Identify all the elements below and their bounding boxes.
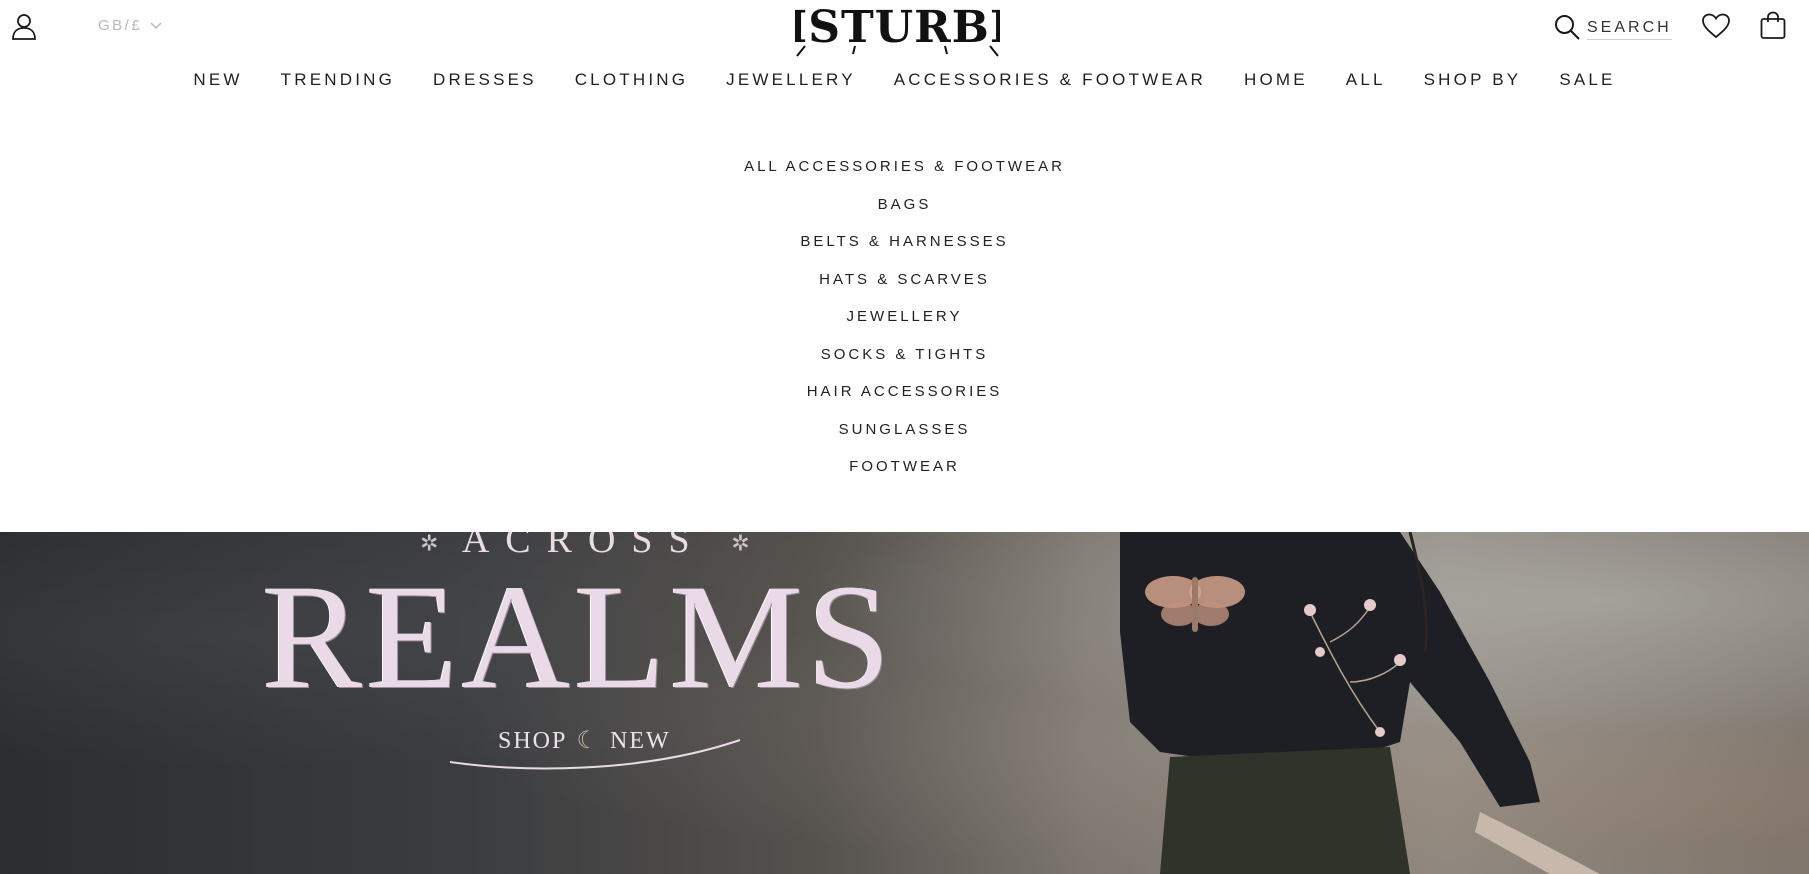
dropdown-item-jewellery[interactable]: JEWELLERY bbox=[0, 308, 1809, 346]
crescent-moon-icon: ☾ bbox=[576, 728, 600, 754]
top-bar: GB/£ DISTURBIA SEARCH bbox=[0, 0, 1809, 60]
nav-item-home[interactable]: HOME bbox=[1244, 68, 1308, 110]
hero-cta-left: SHOP bbox=[498, 728, 567, 754]
sparkle-icon: ✲ bbox=[731, 532, 750, 556]
search-label: SEARCH bbox=[1587, 19, 1672, 40]
hero-cta-right: NEW bbox=[609, 728, 671, 754]
sparkle-icon: ✲ bbox=[420, 532, 439, 556]
hero-banner[interactable]: ✲ ACROSS ✲ REALMS SHOP ☾ NEW bbox=[0, 532, 1809, 874]
nav-item-all[interactable]: ALL bbox=[1346, 68, 1386, 110]
currency-selector[interactable]: GB/£ bbox=[98, 17, 162, 34]
search-button[interactable]: SEARCH bbox=[1553, 13, 1672, 46]
nav-item-new[interactable]: NEW bbox=[193, 68, 242, 110]
dropdown-item-label: JEWELLERY bbox=[846, 308, 963, 325]
dropdown-item-sunglasses[interactable]: SUNGLASSES bbox=[0, 421, 1809, 459]
dropdown-item-label: HAIR ACCESSORIES bbox=[806, 383, 1003, 400]
dropdown-item-label: FOOTWEAR bbox=[849, 458, 960, 475]
dropdown-item-socks-tights[interactable]: SOCKS & TIGHTS bbox=[0, 346, 1809, 384]
search-icon bbox=[1553, 13, 1581, 46]
dropdown-item-all-accessories-footwear[interactable]: ALL ACCESSORIES & FOOTWEAR bbox=[0, 158, 1809, 196]
nav-item-dresses[interactable]: DRESSES bbox=[433, 68, 537, 110]
hero-model-image bbox=[1120, 532, 1600, 874]
hero-title: REALMS bbox=[262, 554, 895, 720]
logo-text: DISTURBIA bbox=[795, 2, 1000, 53]
nav-item-shop-by[interactable]: SHOP BY bbox=[1424, 68, 1522, 110]
nav-item-accessories-footwear[interactable]: ACCESSORIES & FOOTWEAR bbox=[893, 68, 1206, 110]
heart-icon[interactable] bbox=[1701, 12, 1731, 40]
logo[interactable]: DISTURBIA bbox=[747, 2, 1046, 58]
dropdown-item-label: ALL ACCESSORIES & FOOTWEAR bbox=[744, 158, 1065, 175]
nav-item-clothing[interactable]: CLOTHING bbox=[575, 68, 688, 110]
accessories-dropdown-menu: ALL ACCESSORIES & FOOTWEAR BAGS BELTS & … bbox=[0, 106, 1809, 532]
chevron-down-icon bbox=[150, 21, 162, 30]
dropdown-item-label: SUNGLASSES bbox=[838, 420, 971, 438]
account-icon[interactable] bbox=[10, 12, 38, 40]
dropdown-item-label: BAGS bbox=[877, 195, 932, 213]
dropdown-item-label: BELTS & HARNESSES bbox=[800, 233, 1009, 250]
dropdown-item-hats-scarves[interactable]: HATS & SCARVES bbox=[0, 271, 1809, 309]
nav-item-sale[interactable]: SALE bbox=[1559, 68, 1615, 110]
main-nav: NEW TRENDING DRESSES CLOTHING JEWELLERY … bbox=[0, 68, 1809, 110]
dropdown-item-footwear[interactable]: FOOTWEAR bbox=[0, 458, 1809, 496]
shopping-bag-icon[interactable] bbox=[1759, 11, 1787, 41]
dropdown-list: ALL ACCESSORIES & FOOTWEAR BAGS BELTS & … bbox=[0, 158, 1809, 496]
nav-item-jewellery[interactable]: JEWELLERY bbox=[726, 68, 856, 110]
currency-label: GB/£ bbox=[98, 17, 143, 34]
dropdown-item-belts-harnesses[interactable]: BELTS & HARNESSES bbox=[0, 233, 1809, 271]
dropdown-item-label: SOCKS & TIGHTS bbox=[820, 345, 989, 363]
nav-item-trending[interactable]: TRENDING bbox=[281, 68, 395, 110]
dropdown-item-hair-accessories[interactable]: HAIR ACCESSORIES bbox=[0, 383, 1809, 421]
page: GB/£ DISTURBIA SEARCH bbox=[0, 0, 1809, 874]
hero-cta-link[interactable]: SHOP ☾ NEW bbox=[498, 726, 671, 755]
dropdown-item-label: HATS & SCARVES bbox=[819, 270, 990, 288]
dropdown-item-bags[interactable]: BAGS bbox=[0, 196, 1809, 234]
